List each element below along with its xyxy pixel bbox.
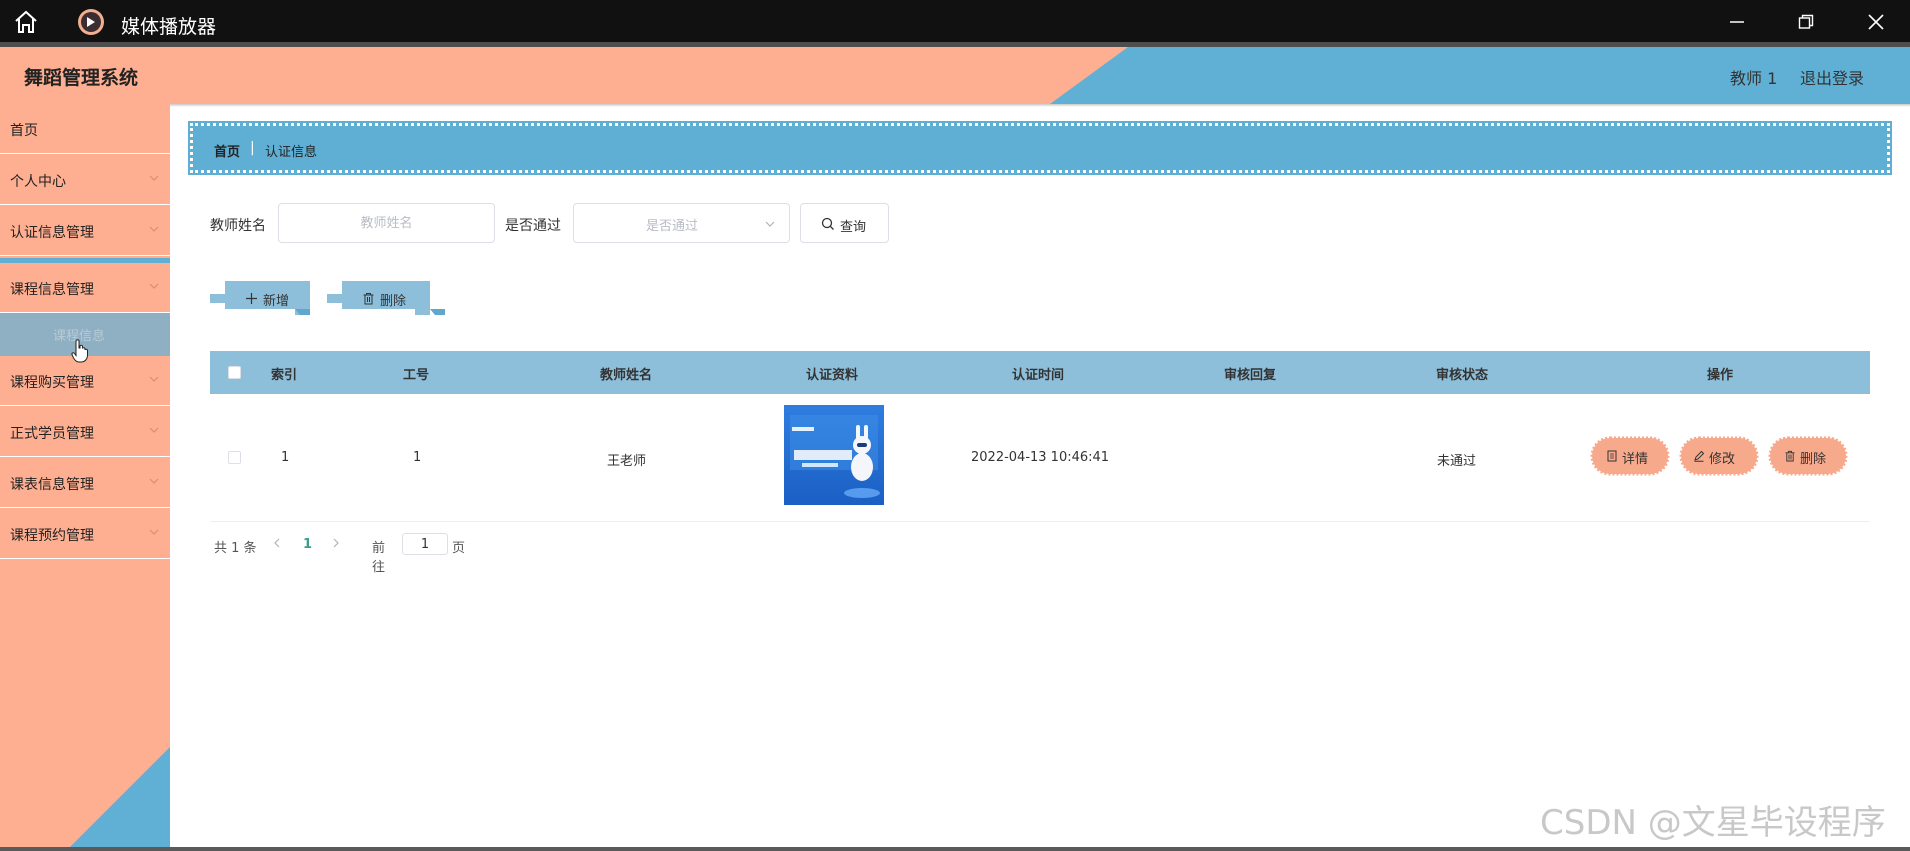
add-button[interactable]: 新增 bbox=[210, 281, 310, 315]
edit-button-label: 修改 bbox=[1709, 452, 1736, 467]
sidebar-item-label: 认证信息管理 bbox=[10, 225, 94, 241]
bottom-border bbox=[0, 847, 1910, 851]
breadcrumb-separator: | bbox=[250, 140, 255, 156]
table-header: 索引 工号 教师姓名 认证资料 认证时间 审核回复 审核状态 操作 bbox=[210, 351, 1870, 394]
select-all-checkbox[interactable] bbox=[228, 366, 241, 379]
breadcrumb-home[interactable]: 首页 bbox=[214, 141, 240, 160]
home-icon[interactable] bbox=[12, 10, 40, 34]
title-bar: 媒体播放器 bbox=[0, 0, 1910, 42]
chevron-up-icon bbox=[149, 283, 159, 289]
sidebar-item-reservation[interactable]: 课程预约管理 bbox=[0, 509, 170, 559]
sidebar-item-certification[interactable]: 认证信息管理 bbox=[0, 206, 170, 256]
sidebar-item-label: 课程信息管理 bbox=[10, 282, 94, 298]
chevron-down-icon bbox=[149, 529, 159, 535]
column-header: 审核回复 bbox=[1224, 368, 1277, 383]
chevron-down-icon bbox=[765, 221, 775, 227]
chevron-down-icon bbox=[149, 427, 159, 433]
detail-button-label: 详情 bbox=[1622, 452, 1649, 467]
cell-index: 1 bbox=[281, 450, 290, 465]
sidebar-item-label: 正式学员管理 bbox=[10, 426, 94, 442]
button-background bbox=[210, 281, 310, 315]
batch-delete-button[interactable]: 删除 bbox=[327, 281, 445, 315]
delete-button-label: 删除 bbox=[1800, 452, 1827, 467]
edit-button[interactable]: 修改 bbox=[1679, 436, 1759, 476]
batch-delete-label: 删除 bbox=[380, 294, 407, 309]
query-button[interactable]: 查询 bbox=[800, 203, 889, 243]
column-header: 审核状态 bbox=[1436, 368, 1489, 383]
sidebar-item-students[interactable]: 正式学员管理 bbox=[0, 407, 170, 457]
search-icon bbox=[821, 217, 834, 230]
teacher-name-label: 教师姓名 bbox=[210, 218, 266, 234]
sidebar-item-label: 首页 bbox=[10, 123, 38, 139]
cell-time: 2022-04-13 10:46:41 bbox=[971, 450, 1110, 465]
pagination-total: 共 1 条 bbox=[214, 541, 257, 556]
query-button-label: 查询 bbox=[840, 220, 867, 235]
plus-icon bbox=[246, 293, 257, 304]
sidebar-item-course-info[interactable]: 课程信息管理 bbox=[0, 263, 170, 313]
document-icon bbox=[1607, 450, 1617, 462]
app-window: 媒体播放器 舞蹈管理系统 教师 1 退出登录 首页 个人中心 认证信息管理 课程… bbox=[0, 0, 1910, 851]
trash-icon bbox=[363, 293, 374, 305]
sidebar: 首页 个人中心 认证信息管理 课程信息管理 课程信息 课程购买管理 正式学员管理… bbox=[0, 104, 170, 847]
cell-job-no: 1 bbox=[413, 450, 422, 465]
trash-icon bbox=[1785, 450, 1795, 462]
window-title: 媒体播放器 bbox=[121, 16, 217, 38]
cell-teacher-name: 王老师 bbox=[607, 454, 647, 469]
system-title: 舞蹈管理系统 bbox=[24, 67, 139, 89]
sidebar-item-label: 个人中心 bbox=[10, 174, 66, 190]
chevron-left-icon[interactable] bbox=[272, 536, 282, 550]
breadcrumb: 首页 | 认证信息 bbox=[188, 121, 1892, 175]
column-header: 教师姓名 bbox=[600, 368, 653, 383]
select-placeholder: 是否通过 bbox=[646, 219, 699, 234]
column-header: 操作 bbox=[1707, 368, 1734, 383]
sidebar-item-personal-center[interactable]: 个人中心 bbox=[0, 155, 170, 205]
restore-icon[interactable] bbox=[1791, 8, 1821, 36]
pagination-goto-label: 前往 bbox=[372, 541, 386, 575]
teacher-name-input[interactable] bbox=[278, 203, 495, 243]
app-header: 舞蹈管理系统 教师 1 退出登录 bbox=[0, 47, 1910, 104]
chevron-down-icon bbox=[149, 226, 159, 232]
add-button-label: 新增 bbox=[263, 294, 290, 309]
pagination-unit-label: 页 bbox=[452, 541, 466, 556]
breadcrumb-current: 认证信息 bbox=[265, 145, 318, 160]
sidebar-item-course-purchase[interactable]: 课程购买管理 bbox=[0, 356, 170, 406]
header-decoration bbox=[1050, 47, 1910, 104]
column-header: 认证时间 bbox=[1012, 368, 1065, 383]
header-shadow bbox=[0, 104, 1910, 107]
close-icon[interactable] bbox=[1861, 8, 1891, 36]
cell-status: 未通过 bbox=[1437, 454, 1477, 469]
edit-icon bbox=[1694, 450, 1705, 462]
pass-status-label: 是否通过 bbox=[505, 218, 561, 234]
chevron-right-icon[interactable] bbox=[331, 536, 341, 550]
chevron-down-icon bbox=[149, 175, 159, 181]
sidebar-item-label: 课程预约管理 bbox=[10, 528, 94, 544]
row-checkbox[interactable] bbox=[228, 451, 241, 464]
column-header: 索引 bbox=[271, 368, 298, 383]
table-row[interactable]: 1 1 王老师 2022-04-13 10:46:41 未通过 详情 修改 删除 bbox=[210, 394, 1870, 522]
play-circle-icon bbox=[78, 9, 104, 35]
pagination-page-input[interactable] bbox=[402, 533, 448, 555]
sidebar-item-home[interactable]: 首页 bbox=[0, 104, 170, 154]
chevron-down-icon bbox=[149, 376, 159, 382]
logout-link[interactable]: 退出登录 bbox=[1800, 65, 1864, 89]
pass-status-select[interactable]: 是否通过 bbox=[573, 203, 790, 243]
sidebar-item-label: 课表信息管理 bbox=[10, 477, 94, 493]
watermark: CSDN @文星毕设程序 bbox=[1540, 803, 1886, 843]
sidebar-item-label: 课程购买管理 bbox=[10, 375, 94, 391]
pagination-current-page[interactable]: 1 bbox=[303, 537, 312, 552]
detail-button[interactable]: 详情 bbox=[1590, 436, 1670, 476]
column-header: 工号 bbox=[403, 368, 430, 383]
user-label[interactable]: 教师 1 bbox=[1730, 65, 1777, 89]
sidebar-item-schedule[interactable]: 课表信息管理 bbox=[0, 458, 170, 508]
column-header: 认证资料 bbox=[806, 368, 859, 383]
chevron-down-icon bbox=[149, 478, 159, 484]
certification-thumbnail[interactable] bbox=[784, 405, 884, 505]
minimize-icon[interactable] bbox=[1722, 8, 1752, 36]
hand-cursor-icon bbox=[71, 339, 88, 363]
delete-button[interactable]: 删除 bbox=[1768, 436, 1848, 476]
